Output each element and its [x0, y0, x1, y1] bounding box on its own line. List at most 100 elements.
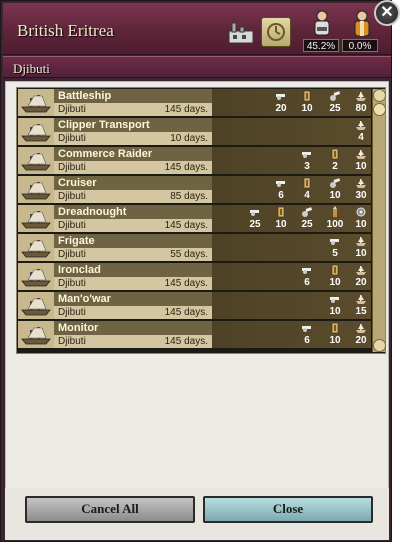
requirement-stat: 20	[268, 89, 294, 116]
requirement-value: 25	[249, 219, 261, 230]
requirement-stat: 3	[294, 147, 320, 174]
requirement-stat: 80	[348, 89, 374, 116]
unit-info: Commerce Raider Djibuti 145 days.	[18, 147, 212, 174]
unit-requirements: 10 15	[212, 292, 371, 319]
requirement-stat: 30	[348, 176, 374, 203]
footer: Cancel All Close	[5, 488, 389, 540]
ship-icon	[20, 92, 52, 114]
unit-row[interactable]: Frigate Djibuti 55 days. 5 10	[18, 234, 371, 262]
title-bar: British Eritrea 45.2% 0.0%	[3, 3, 391, 55]
unit-info: Monitor Djibuti 145 days.	[18, 321, 212, 348]
close-icon[interactable]: ✕	[374, 0, 400, 26]
unit-row[interactable]: Commerce Raider Djibuti 145 days. 3 2 10	[18, 147, 371, 175]
window-body: Battleship Djibuti 145 days. 20 10 25 80 Clippe…	[5, 81, 389, 540]
unit-name: Clipper Transport	[58, 119, 150, 131]
unit-row[interactable]: Ironclad Djibuti 145 days. 6 10 20	[18, 263, 371, 291]
requirement-stat: 25	[242, 205, 268, 232]
production-window: British Eritrea 45.2% 0.0% Djibuti Battl…	[0, 0, 392, 542]
requirement-value: 10	[329, 306, 341, 317]
unit-row[interactable]: Battleship Djibuti 145 days. 20 10 25 80	[18, 89, 371, 117]
requirement-value: 25	[301, 219, 313, 230]
unit-requirements: 6 4 10 30	[212, 176, 371, 203]
unit-location: Djibuti	[58, 191, 86, 202]
unit-info: Man'o'war Djibuti 145 days.	[18, 292, 212, 319]
unit-days: 145 days.	[164, 104, 208, 115]
ship-icon	[20, 150, 52, 172]
requirement-stat: 5	[322, 234, 348, 261]
requirement-stat: 10	[268, 205, 294, 232]
unit-location: Djibuti	[58, 162, 86, 173]
unit-info: Frigate Djibuti 55 days.	[18, 234, 212, 261]
unit-info: Cruiser Djibuti 85 days.	[18, 176, 212, 203]
unit-days: 55 days.	[170, 249, 208, 260]
requirement-stat: 6	[294, 321, 320, 348]
unit-location: Djibuti	[58, 104, 86, 115]
unit-name: Ironclad	[58, 264, 101, 276]
clock-button[interactable]	[261, 17, 291, 47]
unit-row[interactable]: Cruiser Djibuti 85 days. 6 4 10 30	[18, 176, 371, 204]
ship-icon	[20, 208, 52, 230]
unit-row[interactable]: Clipper Transport Djibuti 10 days. 4	[18, 118, 371, 146]
requirement-stat: 10	[322, 263, 348, 290]
requirement-stat: 6	[268, 176, 294, 203]
unit-requirements: 6 10 20	[212, 263, 371, 290]
requirement-value: 10	[355, 161, 367, 172]
requirement-value: 6	[304, 277, 310, 288]
unit-list: Battleship Djibuti 145 days. 20 10 25 80 Clippe…	[16, 87, 386, 354]
location-name: Djibuti	[13, 61, 50, 76]
requirement-value: 10	[301, 103, 313, 114]
requirement-value: 10	[355, 248, 367, 259]
unit-row[interactable]: Monitor Djibuti 145 days. 6 10 20	[18, 321, 371, 349]
requirement-stat: 20	[348, 263, 374, 290]
ship-icon	[20, 324, 52, 346]
unit-name: Dreadnought	[58, 206, 127, 218]
unit-requirements: 3 2 10	[212, 147, 371, 174]
unit-info: Dreadnought Djibuti 145 days.	[18, 205, 212, 232]
unit-days: 145 days.	[164, 278, 208, 289]
requirement-stat: 10	[348, 147, 374, 174]
unit-requirements: 5 10	[212, 234, 371, 261]
unit-requirements: 20 10 25 80	[212, 89, 371, 116]
unit-days: 145 days.	[164, 307, 208, 318]
unit-name: Frigate	[58, 235, 95, 247]
requirement-stat: 4	[348, 118, 374, 145]
requirement-value: 2	[332, 161, 338, 172]
scroll-down-button[interactable]	[373, 339, 386, 352]
requirement-stat: 6	[294, 263, 320, 290]
ship-icon	[20, 237, 52, 259]
requirement-stat: 100	[322, 205, 348, 232]
unit-location: Djibuti	[58, 249, 86, 260]
requirement-value: 3	[304, 161, 310, 172]
cancel-all-button[interactable]: Cancel All	[25, 496, 195, 523]
requirement-value: 4	[304, 190, 310, 201]
unit-info: Battleship Djibuti 145 days.	[18, 89, 212, 116]
requirement-value: 10	[329, 335, 341, 346]
unit-name: Cruiser	[58, 177, 97, 189]
close-button[interactable]: Close	[203, 496, 373, 523]
factory-icon	[228, 22, 254, 44]
requirement-stat: 20	[348, 321, 374, 348]
requirement-value: 10	[275, 219, 287, 230]
unit-name: Monitor	[58, 322, 99, 334]
scroll-up-button[interactable]	[373, 89, 386, 102]
worker-percentage: 45.2%	[303, 39, 339, 52]
unit-info: Ironclad Djibuti 145 days.	[18, 263, 212, 290]
requirement-stat: 25	[322, 89, 348, 116]
requirement-stat: 15	[348, 292, 374, 319]
officer-percentage: 0.0%	[342, 39, 378, 52]
scroll-thumb[interactable]	[373, 103, 386, 116]
unit-requirements: 25 10 25 100 10	[212, 205, 371, 232]
requirement-value: 100	[326, 219, 344, 230]
unit-name: Commerce Raider	[58, 148, 153, 160]
worker-icon	[314, 10, 330, 36]
scrollbar[interactable]	[372, 89, 386, 352]
requirement-value: 5	[332, 248, 338, 259]
unit-days: 145 days.	[164, 220, 208, 231]
requirement-value: 25	[329, 103, 341, 114]
window-title: British Eritrea	[17, 21, 114, 40]
unit-requirements: 4	[212, 118, 371, 145]
ship-icon	[20, 121, 52, 143]
unit-row[interactable]: Man'o'war Djibuti 145 days. 10 15	[18, 292, 371, 320]
unit-location: Djibuti	[58, 307, 86, 318]
unit-row[interactable]: Dreadnought Djibuti 145 days. 25 10 25 100 10	[18, 205, 371, 233]
